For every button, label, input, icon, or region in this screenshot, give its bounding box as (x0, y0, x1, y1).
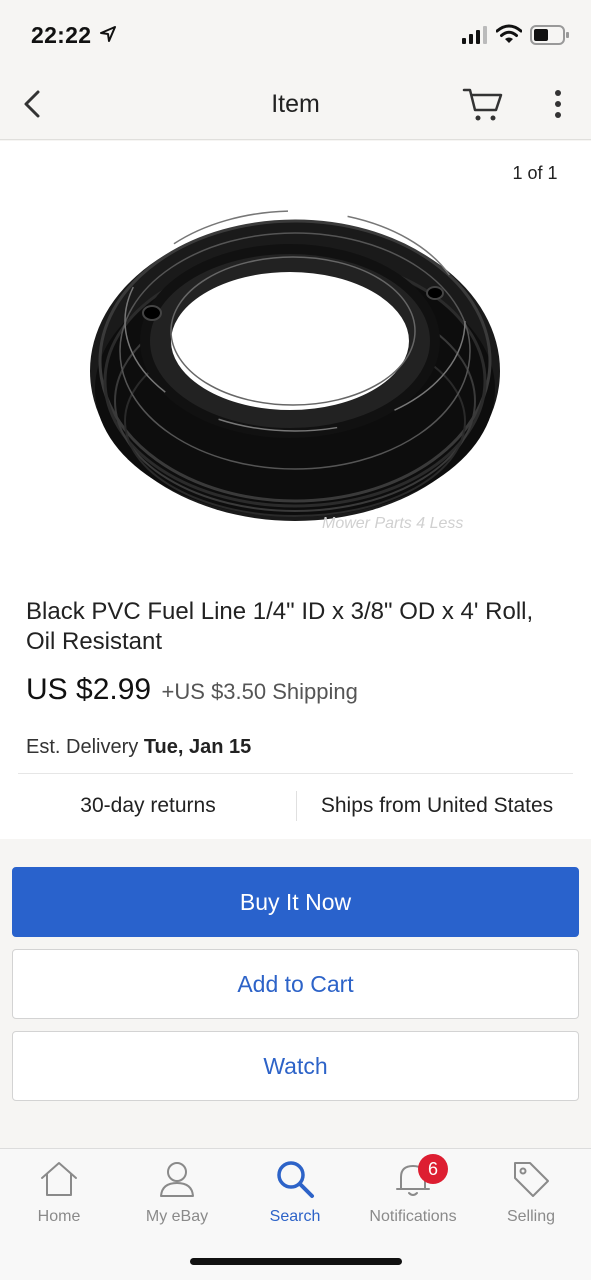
tab-label-my-ebay: My eBay (145, 1208, 209, 1225)
add-to-cart-button[interactable]: Add to Cart (12, 949, 579, 1019)
delivery-label: Est. Delivery (26, 736, 139, 758)
shipping-cost: +US $3.50 Shipping (161, 679, 358, 704)
more-vertical-icon[interactable] (548, 88, 568, 122)
image-watermark: Mower Parts 4 Less (322, 515, 464, 532)
tab-search[interactable]: Search (236, 1149, 354, 1239)
tag-icon (514, 1162, 549, 1197)
home-icon (41, 1162, 77, 1196)
image-counter: 1 of 1 (492, 155, 578, 191)
returns-policy[interactable]: 30-day returns (0, 794, 296, 818)
tab-label-home: Home (37, 1208, 81, 1225)
nav-bar: Item (0, 70, 591, 140)
home-indicator (190, 1258, 402, 1265)
status-time: 22:22 (31, 22, 92, 48)
item-price: US $2.99 (26, 673, 152, 706)
user-icon (160, 1162, 194, 1197)
tab-my-ebay[interactable]: My eBay (118, 1149, 236, 1239)
notification-badge: 6 (418, 1154, 448, 1184)
battery-icon (530, 25, 569, 45)
tab-label-notifications: Notifications (369, 1208, 457, 1225)
tab-notifications[interactable]: 6 Notifications (354, 1149, 472, 1239)
signal-icon (462, 26, 487, 44)
tab-label-selling: Selling (506, 1208, 556, 1225)
divider (18, 773, 573, 774)
product-image-gallery[interactable]: 1 of 1 Mower Parts 4 Less (0, 141, 591, 581)
search-icon (277, 1161, 314, 1198)
price-row: US $2.99 +US $3.50 Shipping (26, 673, 358, 707)
product-image (90, 210, 500, 521)
watch-button[interactable]: Watch (12, 1031, 579, 1101)
tab-label-search: Search (269, 1208, 321, 1225)
tab-home[interactable]: Home (0, 1149, 118, 1239)
tab-selling[interactable]: Selling (472, 1149, 590, 1239)
ships-from: Ships from United States (320, 794, 554, 817)
status-bar: 22:22 (0, 0, 591, 70)
item-details: Black PVC Fuel Line 1/4" ID x 3/8" OD x … (0, 581, 591, 839)
cart-icon[interactable] (462, 84, 504, 124)
buy-it-now-button[interactable]: Buy It Now (12, 867, 579, 937)
item-title: Black PVC Fuel Line 1/4" ID x 3/8" OD x … (26, 598, 534, 655)
delivery-estimate: Est. Delivery Tue, Jan 15 (26, 736, 251, 759)
location-arrow-icon (100, 26, 116, 42)
wifi-icon (496, 24, 522, 43)
delivery-date: Tue, Jan 15 (143, 736, 252, 758)
